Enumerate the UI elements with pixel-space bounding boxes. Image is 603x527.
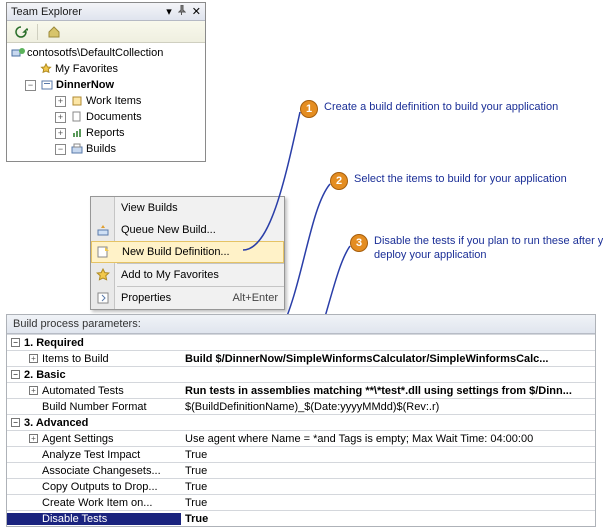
menu-add-favorites[interactable]: Add to My Favorites — [91, 264, 284, 286]
row-agent-settings[interactable]: +Agent Settings Use agent where Name = *… — [7, 430, 595, 446]
pin-icon[interactable] — [178, 5, 186, 18]
project-icon — [40, 79, 54, 91]
menu-view-builds[interactable]: View Builds — [91, 197, 284, 219]
shortcut-text: Alt+Enter — [232, 292, 278, 304]
callout-text-1: Create a build definition to build your … — [324, 100, 558, 118]
menu-new-build-definition[interactable]: New Build Definition... — [91, 241, 284, 263]
callout-number-1: 1 — [300, 100, 318, 118]
home-button[interactable] — [44, 23, 64, 41]
collapse-icon[interactable]: − — [11, 338, 20, 347]
refresh-button[interactable] — [11, 23, 31, 41]
row-disable-tests[interactable]: Disable Tests True — [7, 510, 595, 526]
callout-text-2: Select the items to build for your appli… — [354, 172, 567, 190]
builds-context-menu: View Builds Queue New Build... New Build… — [90, 196, 285, 310]
project-node[interactable]: − DinnerNow — [9, 77, 203, 93]
tree-view[interactable]: contosotfs\DefaultCollection My Favorite… — [7, 43, 205, 161]
panel-title: Team Explorer — [11, 6, 166, 18]
collapse-icon[interactable]: − — [11, 418, 20, 427]
expand-icon[interactable]: + — [29, 386, 38, 395]
category-basic[interactable]: −2. Basic — [7, 366, 595, 382]
row-copy-outputs[interactable]: Copy Outputs to Drop... True — [7, 478, 595, 494]
row-items-to-build[interactable]: +Items to Build Build $/DinnerNow/Simple… — [7, 350, 595, 366]
expand-icon[interactable]: + — [55, 112, 66, 123]
team-explorer-panel: Team Explorer ▾ ✕ contosotfs\DefaultColl… — [6, 2, 206, 162]
row-analyze-test-impact[interactable]: Analyze Test Impact True — [7, 446, 595, 462]
row-build-number-format[interactable]: Build Number Format $(BuildDefinitionNam… — [7, 398, 595, 414]
builds-icon — [70, 143, 84, 155]
row-automated-tests[interactable]: +Automated Tests Run tests in assemblies… — [7, 382, 595, 398]
workitems-node[interactable]: + Work Items — [9, 93, 203, 109]
row-create-workitem[interactable]: Create Work Item on... True — [7, 494, 595, 510]
menu-properties[interactable]: Properties Alt+Enter — [91, 287, 284, 309]
expand-icon[interactable]: + — [29, 434, 38, 443]
workitems-icon — [70, 95, 84, 107]
collapse-icon[interactable]: − — [25, 80, 36, 91]
dropdown-icon[interactable]: ▾ — [166, 5, 172, 18]
callout-2: 2 Select the items to build for your app… — [330, 172, 600, 190]
my-favorites-node[interactable]: My Favorites — [9, 61, 203, 77]
reports-icon — [70, 127, 84, 139]
row-associate-changesets[interactable]: Associate Changesets... True — [7, 462, 595, 478]
server-icon — [11, 47, 25, 59]
grid-title: Build process parameters: — [7, 315, 595, 334]
expand-icon[interactable]: + — [29, 354, 38, 363]
documents-icon — [70, 111, 84, 123]
star-icon — [94, 266, 112, 284]
close-icon[interactable]: ✕ — [192, 5, 201, 18]
panel-titlebar[interactable]: Team Explorer ▾ ✕ — [7, 3, 205, 21]
collapse-icon[interactable]: − — [55, 144, 66, 155]
callout-1: 1 Create a build definition to build you… — [300, 100, 570, 118]
callout-number-2: 2 — [330, 172, 348, 190]
menu-queue-build[interactable]: Queue New Build... — [91, 219, 284, 241]
panel-toolbar — [7, 21, 205, 43]
expand-icon[interactable]: + — [55, 96, 66, 107]
category-advanced[interactable]: −3. Advanced — [7, 414, 595, 430]
reports-node[interactable]: + Reports — [9, 125, 203, 141]
collection-node[interactable]: contosotfs\DefaultCollection — [9, 45, 203, 61]
refresh-icon — [14, 25, 28, 39]
builds-node[interactable]: − Builds — [9, 141, 203, 157]
properties-icon — [94, 289, 112, 307]
star-icon — [39, 63, 53, 75]
build-parameters-grid: Build process parameters: −1. Required +… — [6, 314, 596, 527]
callout-text-3: Disable the tests if you plan to run the… — [374, 234, 603, 262]
callout-3: 3 Disable the tests if you plan to run t… — [350, 234, 603, 262]
category-required[interactable]: −1. Required — [7, 334, 595, 350]
callout-number-3: 3 — [350, 234, 368, 252]
documents-node[interactable]: + Documents — [9, 109, 203, 125]
new-definition-icon — [95, 243, 113, 261]
expand-icon[interactable]: + — [55, 128, 66, 139]
collapse-icon[interactable]: − — [11, 370, 20, 379]
queue-icon — [94, 221, 112, 239]
home-icon — [47, 25, 61, 39]
